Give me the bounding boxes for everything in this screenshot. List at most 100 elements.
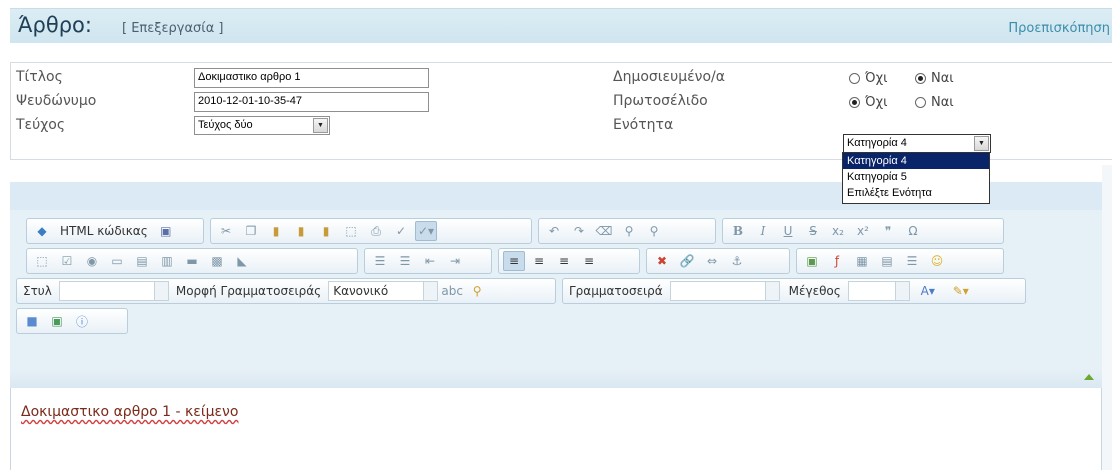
select-all-icon[interactable]: ⬚ — [340, 221, 362, 241]
eraser-icon[interactable]: ⌫ — [593, 221, 615, 241]
button-field-icon[interactable]: ▬ — [181, 251, 203, 271]
align-right-icon[interactable]: ≡ — [553, 251, 575, 271]
image-icon[interactable]: ▣ — [801, 251, 823, 271]
section-option[interactable]: Κατηγορία 5 — [843, 169, 989, 185]
title-input[interactable]: Δοκιμαστικο αρθρο 1 — [194, 68, 429, 88]
section-select[interactable]: Κατηγορία 4 ▼ — [843, 134, 991, 153]
chevron-down-icon[interactable] — [153, 282, 168, 300]
format-combo[interactable]: Κανονικό — [328, 281, 439, 301]
outdent-icon[interactable]: ⇤ — [419, 251, 441, 271]
spellcheck-as-you-type-icon[interactable]: ✓▾ — [415, 221, 437, 241]
radio-icon — [915, 97, 926, 108]
redo-icon[interactable]: ↷ — [568, 221, 590, 241]
style-combo[interactable] — [58, 281, 169, 301]
copy-icon[interactable]: ❐ — [240, 221, 262, 241]
published-no-radio[interactable]: Όχι — [849, 71, 887, 86]
strikethrough-icon[interactable]: S — [802, 221, 824, 241]
radio-selected-icon — [915, 73, 926, 84]
published-yes-label: Ναι — [931, 71, 954, 86]
numbered-list-icon[interactable]: ☰ — [369, 251, 391, 271]
toolbar-group-align: ≡ ≡ ≡ ≡ — [498, 248, 640, 274]
page-subtitle: [ Επεξεργασία ] — [122, 21, 224, 36]
html-source-button[interactable]: HTML κώδικας — [56, 221, 152, 241]
page-title: Άρθρο: — [18, 13, 92, 37]
superscript-icon[interactable]: x² — [852, 221, 874, 241]
align-center-icon[interactable]: ≡ — [528, 251, 550, 271]
page-icon[interactable]: ▤ — [876, 251, 898, 271]
flash-icon[interactable]: ƒ — [826, 251, 848, 271]
chevron-down-icon[interactable] — [894, 282, 909, 300]
frontpage-yes-label: Ναι — [931, 95, 954, 110]
background-color-icon[interactable]: ✎▾ — [946, 281, 976, 301]
blockquote-icon[interactable]: ❞ — [877, 221, 899, 241]
image-button-icon[interactable]: ▩ — [206, 251, 228, 271]
published-label: Δημοσιευμένο/α — [613, 69, 726, 85]
title-label: Τίτλος — [16, 69, 63, 85]
anchor-icon[interactable]: ⚓ — [726, 251, 748, 271]
underline-icon[interactable]: U — [777, 221, 799, 241]
checkbox-icon[interactable]: ☑ — [56, 251, 78, 271]
editor-status-bar — [10, 366, 1102, 388]
chevron-down-icon[interactable] — [764, 282, 779, 300]
italic-icon[interactable]: I — [752, 221, 774, 241]
paste-icon[interactable]: ▮ — [265, 221, 287, 241]
collapse-toolbar-icon[interactable] — [1084, 374, 1094, 380]
published-yes-radio[interactable]: Ναι — [915, 71, 954, 86]
preview-link[interactable]: Προεπισκόπηση — [1008, 21, 1110, 36]
frontpage-no-radio[interactable]: Όχι — [849, 95, 887, 110]
text-field-icon[interactable]: ▭ — [106, 251, 128, 271]
editor-content[interactable]: Δοκιμαστικο αρθρο 1 - κείμενο — [10, 388, 1102, 470]
indent-icon[interactable]: ⇥ — [444, 251, 466, 271]
section-option[interactable]: Επιλέξτε Ενότητα — [843, 185, 989, 201]
subscript-icon[interactable]: x₂ — [827, 221, 849, 241]
section-option[interactable]: Κατηγορία 4 — [843, 153, 989, 169]
toolbar-group-misc: ■ ▣ ⓘ — [16, 308, 128, 334]
about-icon[interactable]: ⓘ — [71, 311, 93, 331]
chevron-down-icon[interactable] — [423, 282, 438, 300]
bulleted-list-icon[interactable]: ☰ — [394, 251, 416, 271]
chevron-down-icon[interactable]: ▼ — [974, 136, 989, 151]
align-justify-icon[interactable]: ≡ — [578, 251, 600, 271]
font-combo[interactable] — [669, 281, 780, 301]
toolbar-group-styles: Στυλ Μορφή Γραμματοσειράς Κανονικό abc ⚲ — [16, 278, 556, 304]
section-label: Ενότητα — [613, 117, 674, 133]
align-left-icon[interactable]: ≡ — [503, 251, 525, 271]
hidden-field-icon[interactable]: ◣ — [231, 251, 253, 271]
paste-word-icon[interactable]: ▮ — [315, 221, 337, 241]
smiley-icon[interactable]: ☺ — [926, 251, 948, 271]
issue-select[interactable]: Τεύχος δύο ▼ — [194, 116, 330, 135]
find-icon[interactable]: ⚲ — [618, 221, 640, 241]
size-combo[interactable] — [847, 281, 910, 301]
replace-icon[interactable]: ⚲ — [643, 221, 665, 241]
style-label: Στυλ — [23, 284, 52, 298]
select-field-icon[interactable]: ▥ — [156, 251, 178, 271]
bold-icon[interactable]: B — [727, 221, 749, 241]
horizontal-rule-icon[interactable]: ☰ — [901, 251, 923, 271]
unlink-icon[interactable]: ⇔ — [701, 251, 723, 271]
alias-input[interactable]: 2010-12-01-10-35-47 — [194, 92, 429, 112]
link-icon[interactable]: 🔗 — [676, 251, 698, 271]
toolbar-group-forms: ⬚ ☑ ◉ ▭ ▤ ▥ ▬ ▩ ◣ — [26, 248, 358, 274]
radio-button-icon[interactable]: ◉ — [81, 251, 103, 271]
table-icon[interactable]: ▦ — [851, 251, 873, 271]
text-color-icon[interactable]: A▾ — [913, 281, 943, 301]
chevron-down-icon[interactable]: ▼ — [313, 118, 328, 133]
show-blocks-icon[interactable]: ▣ — [46, 311, 68, 331]
frontpage-yes-radio[interactable]: Ναι — [915, 95, 954, 110]
section-select-value: Κατηγορία 4 — [847, 137, 907, 149]
maximize-icon[interactable]: ■ — [21, 311, 43, 331]
template-icon[interactable]: ✖ — [651, 251, 673, 271]
paste-text-icon[interactable]: ▮ — [290, 221, 312, 241]
cut-icon[interactable]: ✂ — [215, 221, 237, 241]
frontpage-no-label: Όχι — [865, 95, 888, 110]
special-char-icon[interactable]: Ω — [902, 221, 924, 241]
search-icon[interactable]: ⚲ — [466, 281, 488, 301]
spell-text-icon[interactable]: abc — [441, 281, 463, 301]
spellcheck-icon[interactable]: ✓ — [390, 221, 412, 241]
print-icon[interactable]: ⎙ — [365, 221, 387, 241]
save-icon[interactable]: ▣ — [155, 221, 177, 241]
editor-text[interactable]: Δοκιμαστικο αρθρο 1 - κείμενο — [21, 404, 238, 420]
undo-icon[interactable]: ↶ — [543, 221, 565, 241]
textarea-icon[interactable]: ▤ — [131, 251, 153, 271]
form-icon[interactable]: ⬚ — [31, 251, 53, 271]
